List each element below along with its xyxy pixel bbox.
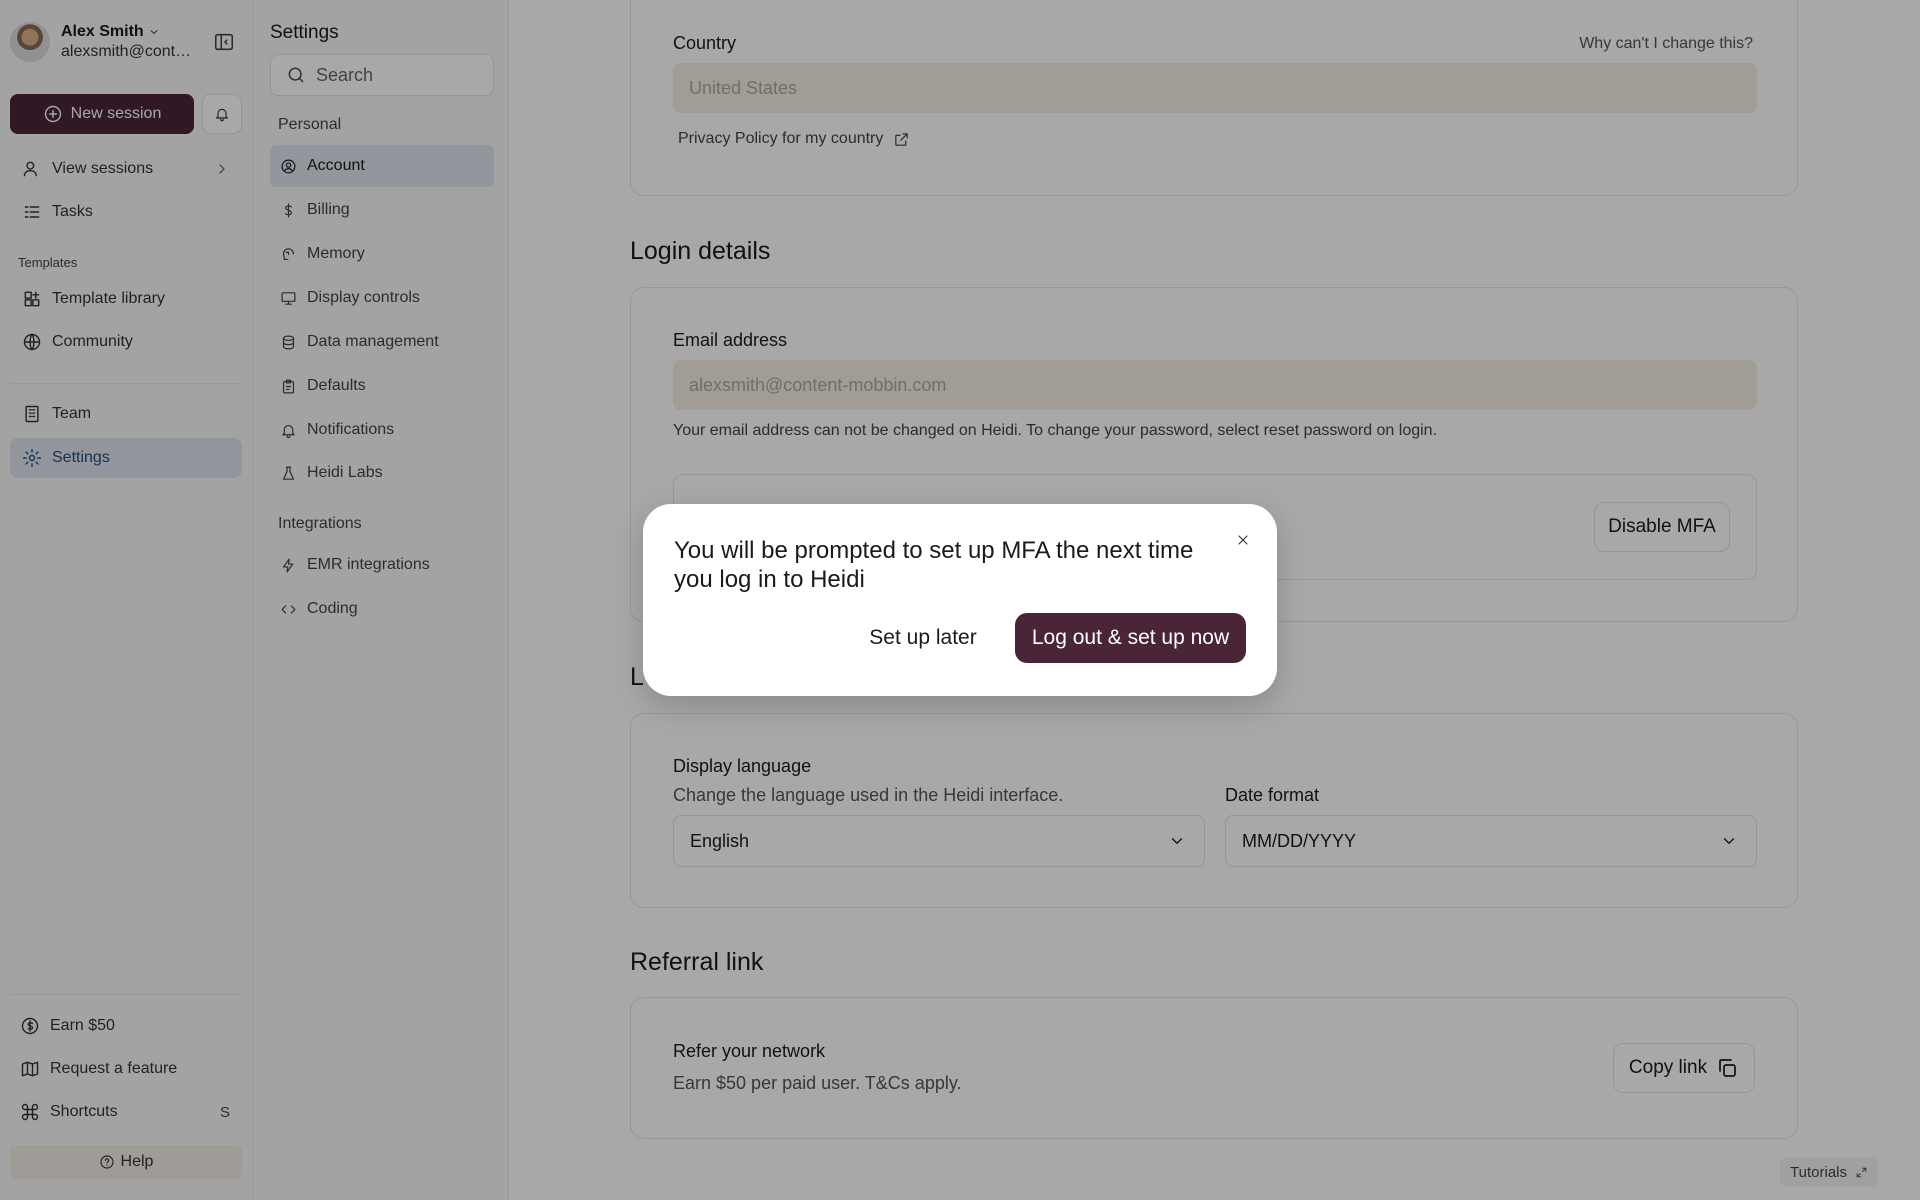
dialog-message: You will be prompted to set up MFA the n…	[674, 537, 1194, 593]
close-icon[interactable]	[1229, 526, 1257, 554]
mfa-setup-dialog: You will be prompted to set up MFA the n…	[643, 504, 1277, 696]
set-up-later-button[interactable]: Set up later	[853, 613, 993, 663]
log-out-set-up-now-button[interactable]: Log out & set up now	[1015, 613, 1246, 663]
